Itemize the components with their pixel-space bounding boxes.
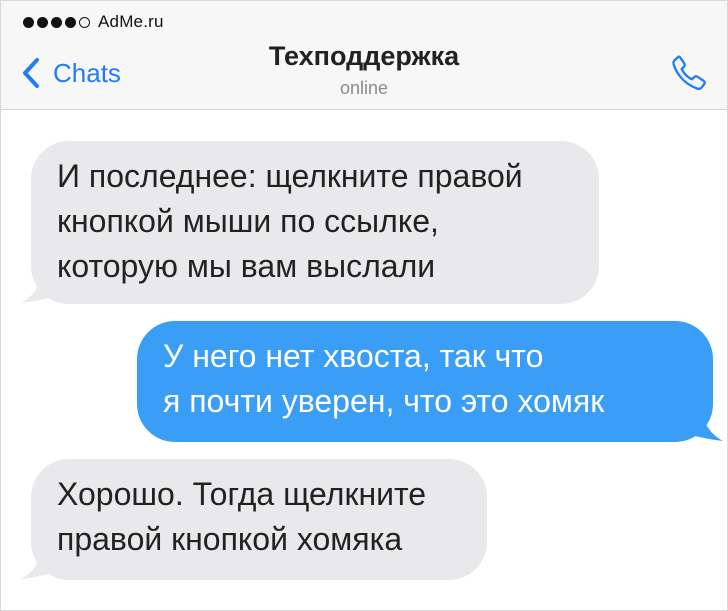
message-line: Хорошо. Тогда щелкните [57,476,427,512]
message-line: У него нет хвоста, так что [163,338,544,374]
message-bubble-incoming: И последнее: щелкните правой кнопкой мыш… [31,141,599,304]
status-bar: AdMe.ru [23,11,164,33]
chevron-left-icon [23,58,39,88]
carrier-name: AdMe.ru [98,12,164,31]
message-line: правой кнопкой хомяка [57,521,403,557]
back-button-label: Chats [53,57,121,88]
phone-icon[interactable] [669,53,709,93]
signal-dot-empty [79,16,90,28]
signal-dot [51,16,62,28]
message-line: кнопкой мыши по ссылке, [57,203,439,239]
presence-status: online [339,78,389,98]
chat-screen: AdMe.ru Chats Техподдержка online И посл… [0,0,728,611]
conversation-title: Техподдержка [268,41,460,71]
navigation-header: AdMe.ru Chats Техподдержка online [1,1,727,110]
signal-dot [23,16,34,28]
message-bubble-outgoing: У него нет хвоста, так что я почти увере… [137,321,713,442]
signal-dot [37,16,48,28]
message-line: я почти уверен, что это хомяк [163,383,605,419]
back-button[interactable]: Chats [21,57,121,89]
message-bubble-incoming: Хорошо. Тогда щелкните правой кнопкой хо… [31,459,487,580]
conversation-title-block: Техподдержка online [201,41,527,99]
signal-strength-icon [23,16,90,28]
signal-dot [65,16,76,28]
message-line: И последнее: щелкните правой [57,158,523,194]
message-line: которую мы вам выслали [57,248,436,284]
